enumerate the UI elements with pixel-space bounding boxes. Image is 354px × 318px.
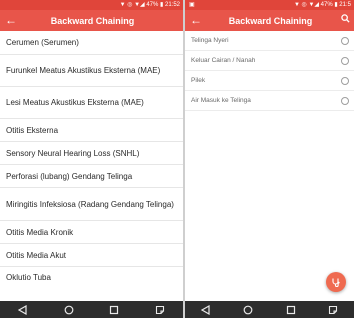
- recents-nav-icon[interactable]: [284, 303, 298, 317]
- home-nav-icon[interactable]: [62, 303, 76, 317]
- list-item-label: Otitis Media Kronik: [6, 227, 74, 237]
- list-item-furunkel-mae[interactable]: Furunkel Meatus Akustikus Eksterna (MAE): [0, 55, 183, 87]
- list-item-label: Oklutio Tuba: [6, 272, 51, 282]
- symptom-list: Telinga Nyeri Keluar Cairan / Nanah Pile…: [185, 31, 354, 111]
- disease-list: Cerumen (Serumen) Furunkel Meatus Akusti…: [0, 31, 183, 287]
- list-item-label: Sensory Neural Hearing Loss (SNHL): [6, 148, 140, 158]
- list-item-miringitis[interactable]: Miringitis Infeksiosa (Radang Gendang Te…: [0, 188, 183, 221]
- right-screen: ▣ ▼ ◎ ▼◢ 47% ▮ 21:5 ← Backward Chaining …: [185, 0, 354, 318]
- notification-icon: ▣: [189, 2, 195, 8]
- symptom-radio[interactable]: [341, 96, 349, 105]
- list-item-perforasi[interactable]: Perforasi (lubang) Gendang Telinga: [0, 165, 183, 188]
- navigation-bar: [185, 301, 354, 318]
- left-screen: ▼ ◎ ▼◢ 47% ▮ 21:52 ← Backward Chaining C…: [0, 0, 183, 318]
- back-nav-icon[interactable]: [199, 303, 213, 317]
- app-title: Backward Chaining: [228, 15, 313, 26]
- symptom-row-keluar-cairan[interactable]: Keluar Cairan / Nanah: [185, 51, 354, 71]
- list-item-label: Perforasi (lubang) Gendang Telinga: [6, 171, 133, 181]
- screenshot-nav-icon[interactable]: [153, 303, 167, 317]
- diagnose-button[interactable]: [326, 272, 346, 292]
- status-bar: ▼ ◎ ▼◢ 47% ▮ 21:52: [0, 0, 183, 10]
- screenshot-nav-icon[interactable]: [326, 303, 340, 317]
- back-arrow-icon[interactable]: ←: [0, 10, 22, 31]
- list-item-lesi-mae[interactable]: Lesi Meatus Akustikus Eksterna (MAE): [0, 87, 183, 119]
- list-item-otitis-media-kronik[interactable]: Otitis Media Kronik: [0, 221, 183, 244]
- recents-nav-icon[interactable]: [107, 303, 121, 317]
- list-item-otitis-media-akut[interactable]: Otitis Media Akut: [0, 244, 183, 267]
- app-bar: ← Backward Chaining: [0, 10, 183, 31]
- list-item-label: Furunkel Meatus Akustikus Eksterna (MAE): [6, 66, 161, 75]
- symptom-row-pilek[interactable]: Pilek: [185, 71, 354, 91]
- diagnose-icon: [332, 278, 340, 287]
- symptom-radio[interactable]: [341, 36, 349, 45]
- symptom-label: Telinga Nyeri: [191, 37, 229, 44]
- list-item-label: Lesi Meatus Akustikus Eksterna (MAE): [6, 98, 144, 107]
- symptom-label: Pilek: [191, 77, 206, 84]
- back-nav-icon[interactable]: [16, 303, 30, 317]
- symptom-row-air-masuk[interactable]: Air Masuk ke Telinga: [185, 91, 354, 111]
- status-icons: ▼ ◎ ▼◢ 47% ▮ 21:5: [293, 2, 351, 8]
- home-nav-icon[interactable]: [241, 303, 255, 317]
- app-bar: ← Backward Chaining: [185, 10, 354, 31]
- status-bar: ▣ ▼ ◎ ▼◢ 47% ▮ 21:5: [185, 0, 354, 10]
- status-icons: ▼ ◎ ▼◢ 47% ▮ 21:52: [119, 2, 180, 8]
- list-item-oklutio-tuba[interactable]: Oklutio Tuba: [0, 267, 183, 287]
- list-item-label: Otitis Eksterna: [6, 125, 59, 135]
- list-item-snhl[interactable]: Sensory Neural Hearing Loss (SNHL): [0, 142, 183, 165]
- list-item-label: Cerumen (Serumen): [6, 38, 79, 47]
- list-item-cerumen[interactable]: Cerumen (Serumen): [0, 31, 183, 55]
- list-item-label: Otitis Media Akut: [6, 250, 67, 260]
- list-item-otitis-eksterna[interactable]: Otitis Eksterna: [0, 119, 183, 142]
- symptom-radio[interactable]: [341, 56, 349, 65]
- symptom-row-telinga-nyeri[interactable]: Telinga Nyeri: [185, 31, 354, 51]
- symptom-label: Air Masuk ke Telinga: [191, 97, 251, 104]
- search-icon[interactable]: [341, 10, 350, 31]
- app-title: Backward Chaining: [50, 15, 135, 26]
- list-item-label: Miringitis Infeksiosa (Radang Gendang Te…: [6, 199, 174, 209]
- back-arrow-icon[interactable]: ←: [185, 10, 207, 31]
- navigation-bar: [0, 301, 183, 318]
- symptom-label: Keluar Cairan / Nanah: [191, 57, 256, 64]
- symptom-radio[interactable]: [341, 76, 349, 85]
